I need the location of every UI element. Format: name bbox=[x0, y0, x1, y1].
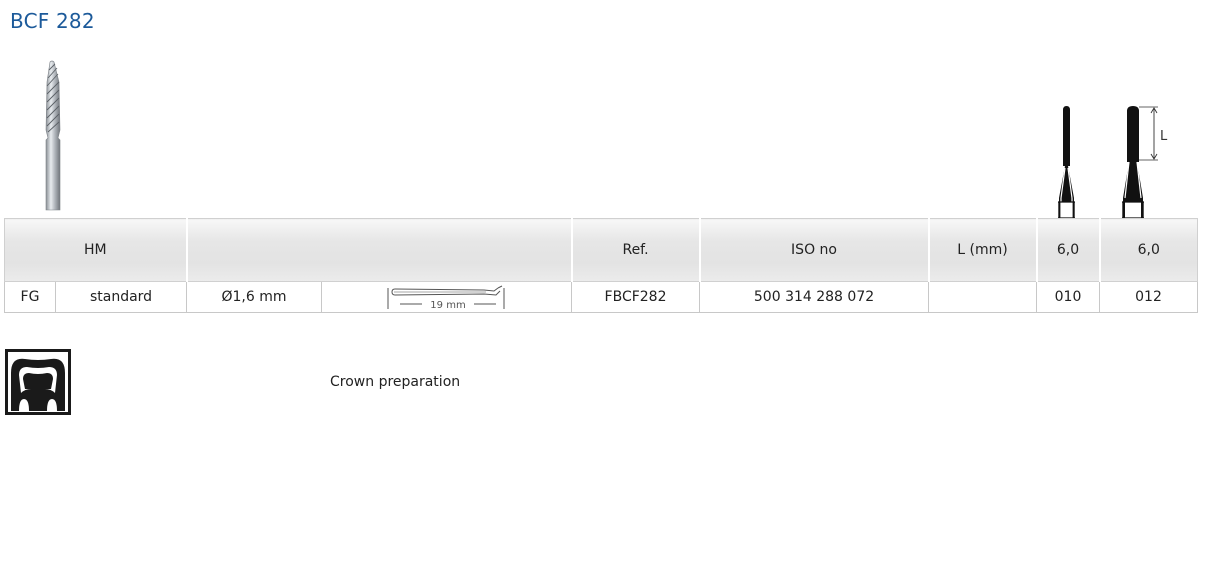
bur-image bbox=[45, 60, 61, 211]
cell-ref: FBCF282 bbox=[571, 281, 701, 313]
cell-type: standard bbox=[54, 281, 188, 313]
header-ref: Ref. bbox=[570, 218, 701, 282]
bur-diagram-size-010 bbox=[1058, 106, 1075, 219]
cell-iso: 500 314 288 072 bbox=[699, 281, 930, 313]
table-row: FG standard Ø1,6 mm 19 mm FBCF282 500 31… bbox=[4, 281, 1199, 313]
cell-length bbox=[928, 281, 1038, 313]
header-iso: ISO no bbox=[698, 218, 930, 282]
cell-diameter: Ø1,6 mm bbox=[186, 281, 323, 313]
cell-size-2: 012 bbox=[1099, 281, 1199, 313]
bur-length-drawing: 19 mm bbox=[387, 285, 505, 311]
indication-label: Crown preparation bbox=[330, 374, 461, 390]
bur-diagram-size-012: L bbox=[1122, 106, 1168, 219]
cell-size-1: 010 bbox=[1036, 281, 1101, 313]
cell-length-drawing: 19 mm bbox=[321, 281, 573, 313]
cell-shank: FG bbox=[4, 281, 56, 313]
length-marker-label: L bbox=[1160, 129, 1168, 144]
table-header-row: HM Ref. ISO no L (mm) 6,0 6,0 bbox=[3, 218, 1199, 282]
header-blank bbox=[185, 218, 573, 282]
product-title: BCF 282 bbox=[10, 9, 95, 33]
spec-table: HM Ref. ISO no L (mm) 6,0 6,0 FG standar… bbox=[3, 218, 1199, 313]
header-material: HM bbox=[3, 218, 188, 282]
header-size-2: 6,0 bbox=[1098, 218, 1199, 282]
header-size-1: 6,0 bbox=[1035, 218, 1101, 282]
drawing-length-label: 19 mm bbox=[430, 300, 465, 311]
crown-preparation-icon bbox=[5, 349, 71, 415]
header-length: L (mm) bbox=[927, 218, 1038, 282]
